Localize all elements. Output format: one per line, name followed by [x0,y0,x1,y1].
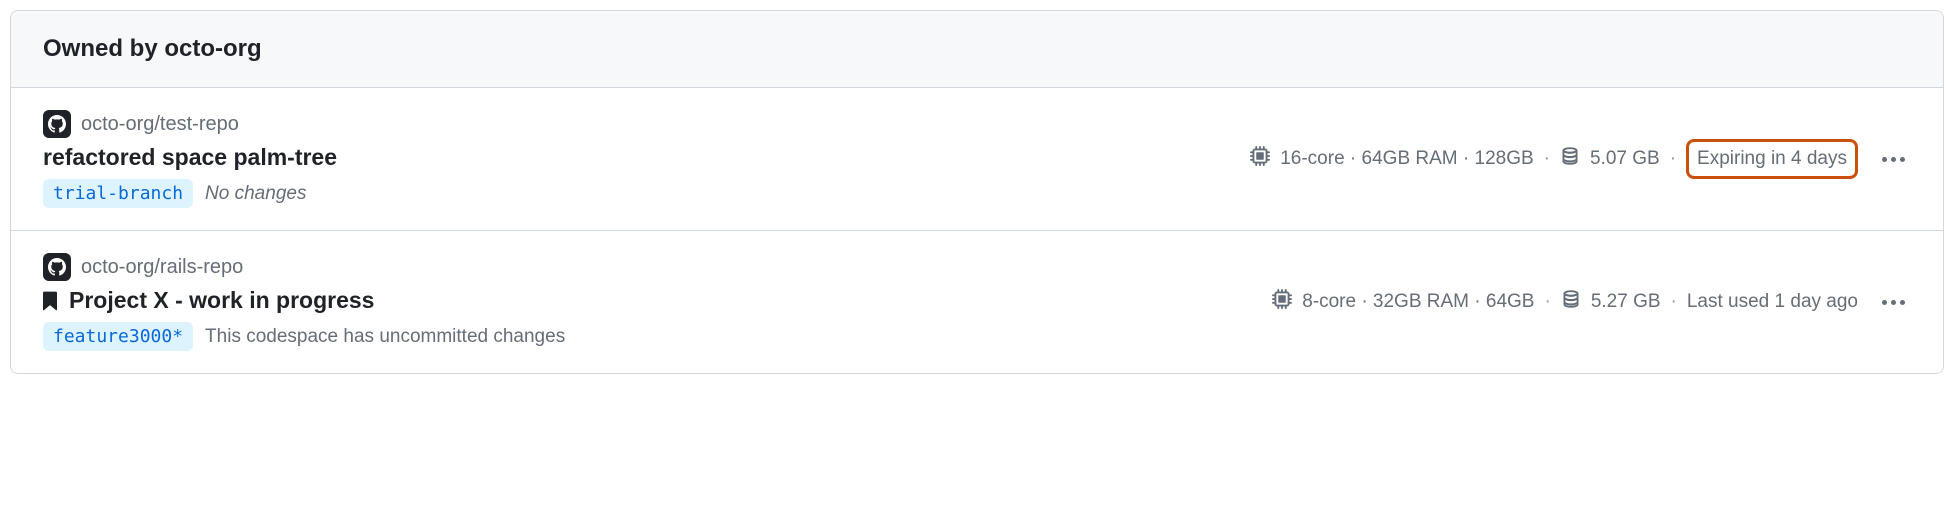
codespace-title[interactable]: Project X - work in progress [69,287,374,314]
codespace-meta: 16-core · 64GB RAM · 128GB · 5.07 GB · E… [1250,139,1858,179]
last-used-status: Last used 1 day ago [1687,291,1858,313]
cpu-icon [1250,146,1270,172]
more-actions-button[interactable] [1876,151,1911,168]
codespaces-panel: Owned by octo-org octo-org/test-repo ref… [10,10,1944,374]
more-actions-button[interactable] [1876,294,1911,311]
storage-size: 5.27 GB [1591,291,1661,313]
separator-dot: · [1670,148,1676,170]
repo-name[interactable]: octo-org/rails-repo [81,256,243,279]
owner-title: Owned by octo-org [43,35,1911,63]
branch-tag[interactable]: feature3000* [43,322,193,351]
machine-spec: 8-core · 32GB RAM · 64GB [1302,291,1534,313]
bookmark-icon [43,291,59,311]
expiry-status: Expiring in 4 days [1686,139,1858,179]
changes-text: No changes [205,183,306,205]
storage-size: 5.07 GB [1590,148,1660,170]
codespace-meta: 8-core · 32GB RAM · 64GB · 5.27 GB · Las… [1272,289,1858,315]
github-icon [43,110,71,138]
changes-text: This codespace has uncommitted changes [205,326,565,348]
repo-name[interactable]: octo-org/test-repo [81,113,239,136]
codespace-row: octo-org/test-repo refactored space palm… [11,88,1943,231]
panel-header: Owned by octo-org [11,11,1943,88]
database-icon [1561,289,1581,315]
separator-dot: · [1671,291,1677,313]
branch-tag[interactable]: trial-branch [43,179,193,208]
separator-dot: · [1544,291,1550,313]
github-icon [43,253,71,281]
codespace-row: octo-org/rails-repo Project X - work in … [11,231,1943,373]
machine-spec: 16-core · 64GB RAM · 128GB [1280,148,1533,170]
database-icon [1560,146,1580,172]
cpu-icon [1272,289,1292,315]
codespace-title[interactable]: refactored space palm-tree [43,144,337,171]
separator-dot: · [1544,148,1550,170]
